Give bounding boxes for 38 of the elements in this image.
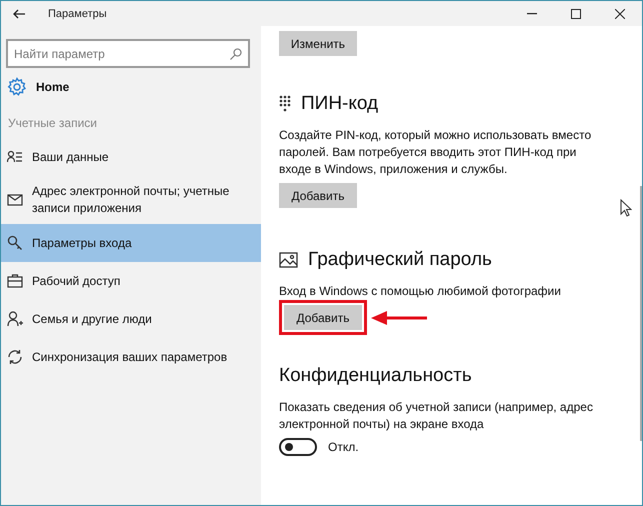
toggle-label: Откл. [328, 440, 359, 454]
back-arrow-icon[interactable] [13, 8, 25, 18]
sidebar-item[interactable]: Рабочий доступ [1, 262, 261, 300]
mouse-pointer-icon [620, 199, 632, 217]
person-add-icon [7, 311, 23, 327]
home-link[interactable]: Home [36, 80, 70, 94]
close-icon[interactable] [615, 8, 625, 18]
sidebar-item[interactable]: Ваши данные [1, 138, 261, 176]
section-heading: Графический пароль [308, 249, 492, 271]
arrow-icon [371, 310, 427, 326]
image-icon [279, 252, 298, 268]
search-field[interactable]: Найти параметр [6, 39, 250, 68]
toggle-switch[interactable] [279, 438, 317, 456]
gear-icon [7, 77, 27, 97]
group-heading: Учетные записи [8, 116, 98, 130]
section-description: Вход в Windows с помощью любимой фотографии [279, 283, 562, 300]
search-icon [230, 48, 242, 60]
envelope-icon [7, 194, 23, 206]
section-heading: ПИН-код [301, 93, 378, 115]
briefcase-icon [7, 274, 23, 288]
sidebar-item[interactable]: Параметры входа [1, 224, 261, 262]
sidebar-item[interactable]: Адрес электронной почты; учетные записи приложения [1, 176, 261, 224]
sidebar-item[interactable]: Семья и другие люди [1, 300, 261, 338]
sidebar-item[interactable]: Синхронизация ваших параметров [1, 338, 261, 376]
scrollbar[interactable] [640, 186, 642, 441]
contact-list-icon [7, 150, 23, 164]
window-title: Параметры [48, 8, 108, 20]
keypad-icon [279, 95, 291, 113]
section-description: Показать сведения об учетной записи (например, адрес электронной почты) на экране входа [279, 399, 594, 433]
add-button[interactable]: Добавить [284, 305, 362, 330]
section-heading: Конфиденциальность [279, 365, 472, 387]
maximize-icon[interactable] [571, 8, 581, 18]
sync-icon [7, 349, 23, 365]
key-icon [7, 235, 23, 251]
change-button[interactable]: Изменить [279, 31, 357, 56]
minimize-icon[interactable] [527, 12, 537, 14]
section-description: Создайте PIN-код, который можно использовать вместо паролей. Вам потребуется вводить этот ПИН-код при входе в Windows, приложения и службы. [279, 127, 592, 178]
add-button[interactable]: Добавить [279, 183, 357, 208]
